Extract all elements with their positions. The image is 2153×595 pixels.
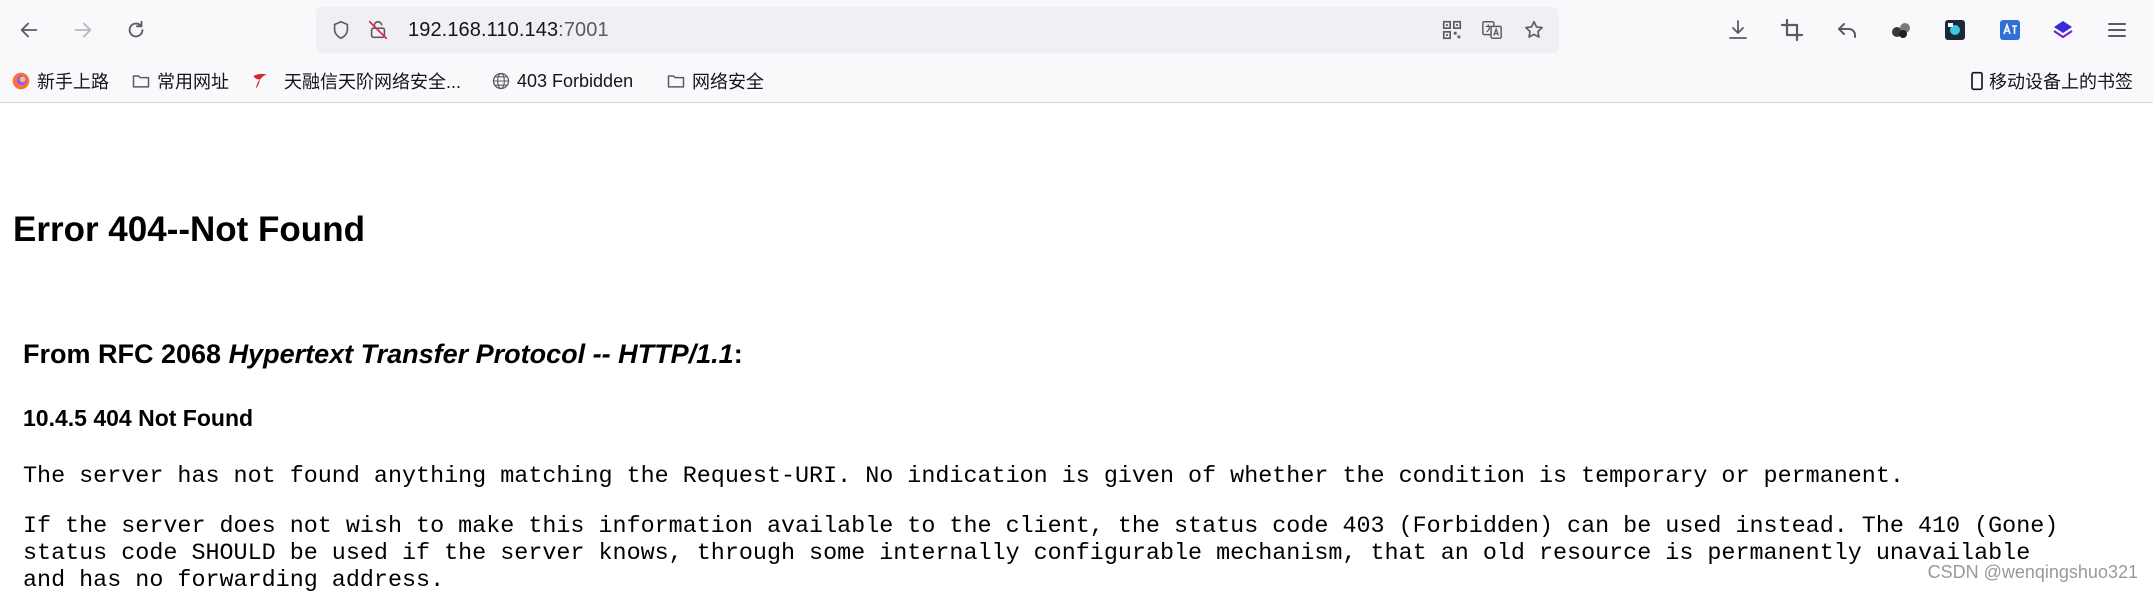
back-button[interactable] xyxy=(11,12,47,48)
url-host: 192.168.110.143 xyxy=(408,19,559,41)
bookmark-item[interactable]: 403 Forbidden xyxy=(491,69,633,93)
arrow-right-icon xyxy=(74,22,92,38)
url-port: :7001 xyxy=(558,19,609,41)
bookmark-label: 移动设备上的书签 xyxy=(1989,72,2133,92)
arrow-left-icon xyxy=(20,22,38,38)
qr-code-icon[interactable] xyxy=(1440,18,1464,42)
url-text[interactable]: 192.168.110.143:7001 xyxy=(408,19,609,42)
menu-icon[interactable] xyxy=(2100,13,2134,47)
download-icon[interactable] xyxy=(1721,13,1755,47)
extension-spheres-icon[interactable] xyxy=(1884,13,1918,47)
rfc-suffix: : xyxy=(733,339,743,369)
bookmark-label: 网络安全 xyxy=(692,72,764,92)
page-content: Error 404--Not Found From RFC 2068 Hyper… xyxy=(0,103,2153,594)
bookmark-label: 常用网址 xyxy=(157,72,229,92)
topsec-icon xyxy=(253,73,267,89)
mobile-device-icon xyxy=(1971,71,1983,91)
bookmark-label: 新手上路 xyxy=(37,72,109,92)
shield-icon[interactable] xyxy=(329,18,353,42)
firefox-icon xyxy=(12,72,30,90)
rfc-heading: From RFC 2068 Hypertext Transfer Protoco… xyxy=(23,339,743,370)
details-paragraph: If the server does not wish to make this… xyxy=(23,514,2059,594)
crop-screenshot-icon[interactable] xyxy=(1775,13,1809,47)
bookmark-item[interactable]: 天融信天阶网络安全... xyxy=(250,69,461,93)
translate-icon[interactable] xyxy=(1480,18,1504,42)
bookmark-label: 天融信天阶网络安全... xyxy=(284,72,462,92)
reload-icon xyxy=(128,20,144,38)
folder-icon xyxy=(132,75,150,88)
browser-toolbar: 192.168.110.143:7001 xyxy=(0,0,2153,61)
rfc-title: Hypertext Transfer Protocol -- HTTP/1.1 xyxy=(228,339,734,369)
description-paragraph: The server has not found anything matchi… xyxy=(23,464,1904,490)
bookmark-folder[interactable]: 常用网址 xyxy=(131,69,229,93)
address-bar[interactable]: 192.168.110.143:7001 xyxy=(316,7,1559,53)
star-icon[interactable] xyxy=(1522,18,1546,42)
section-heading: 10.4.5 404 Not Found xyxy=(23,405,254,431)
page-title: Error 404--Not Found xyxy=(13,210,365,249)
folder-icon xyxy=(667,75,685,88)
bookmark-label: 403 Forbidden xyxy=(517,70,634,91)
mobile-bookmarks-folder[interactable]: 移动设备上的书签 xyxy=(1967,69,2133,93)
reload-button[interactable] xyxy=(118,12,154,48)
bookmark-item[interactable]: 新手上路 xyxy=(11,69,109,93)
watermark: CSDN @wenqingshuo321 xyxy=(1927,562,2138,582)
bookmark-folder[interactable]: 网络安全 xyxy=(666,69,764,93)
translate-extension-icon[interactable] xyxy=(1993,13,2027,47)
forward-button[interactable] xyxy=(65,12,101,48)
rfc-prefix: From RFC 2068 xyxy=(23,339,229,369)
extension-layers-icon[interactable] xyxy=(2046,13,2080,47)
extension-app-icon[interactable] xyxy=(1938,13,1972,47)
bookmarks-bar: 新手上路 常用网址 天融信天阶网络安全... 403 Forbidden 网络安… xyxy=(0,61,2153,103)
insecure-lock-icon[interactable] xyxy=(366,18,390,42)
globe-icon xyxy=(492,72,510,90)
undo-icon[interactable] xyxy=(1830,13,1864,47)
